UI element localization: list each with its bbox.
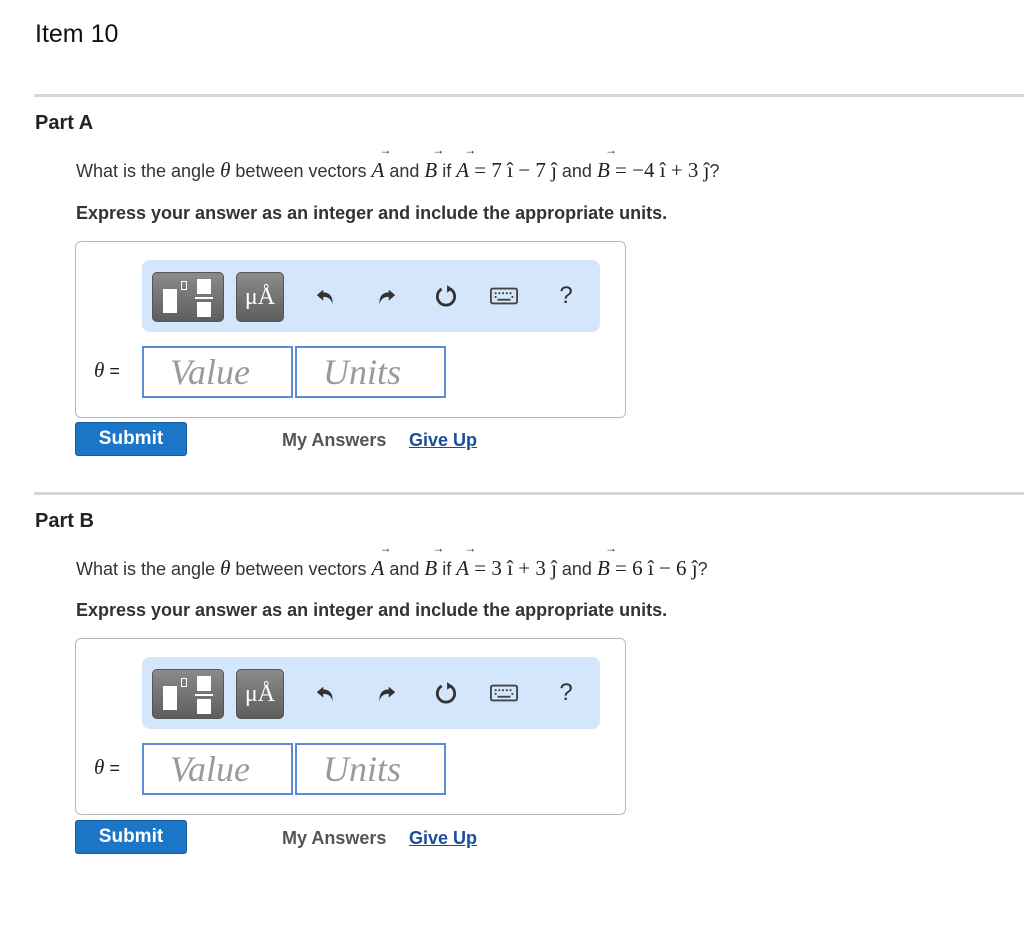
my-answers-link[interactable]: My Answers <box>282 828 386 849</box>
vector-a: A <box>456 541 476 581</box>
question-text: and <box>556 161 597 181</box>
give-up-link[interactable]: Give Up <box>409 828 477 849</box>
part-b-instruction: Express your answer as an integer and in… <box>76 600 668 620</box>
divider <box>34 492 1024 495</box>
theta-symbol: θ <box>220 158 231 182</box>
keyboard-icon[interactable] <box>490 679 518 707</box>
part-a-answer-box: μÅ ? θ = Value Units <box>75 241 626 418</box>
submit-button[interactable]: Submit <box>75 422 187 456</box>
units-input[interactable]: Units <box>295 346 446 398</box>
vector-a-expression: = 7 î − 7 ĵ <box>469 158 557 182</box>
vector-a: A <box>372 143 392 183</box>
value-input[interactable]: Value <box>142 743 293 795</box>
vector-b: B <box>424 143 444 183</box>
reset-icon[interactable] <box>432 282 460 310</box>
part-b-question: What is the angle θ between vectors A an… <box>76 541 708 581</box>
vector-b-expression: = 6 î − 6 ĵ <box>609 556 698 580</box>
answer-label: θ = <box>94 755 120 779</box>
question-text: and <box>556 559 597 579</box>
answer-label: θ = <box>94 358 120 382</box>
templates-button[interactable] <box>152 272 224 322</box>
help-button[interactable]: ? <box>552 282 580 310</box>
redo-icon[interactable] <box>372 282 400 310</box>
my-answers-link[interactable]: My Answers <box>282 430 386 451</box>
part-a-instruction: Express your answer as an integer and in… <box>76 203 668 223</box>
part-b-title: Part B <box>35 510 94 532</box>
templates-button[interactable] <box>152 669 224 719</box>
question-text: and <box>384 161 425 181</box>
vector-b: B <box>597 541 617 581</box>
help-button[interactable]: ? <box>552 679 580 707</box>
part-b-answer-box: μÅ ? θ = Value Units <box>75 638 626 815</box>
reset-icon[interactable] <box>432 679 460 707</box>
question-text: if <box>437 161 457 181</box>
keyboard-icon[interactable] <box>490 282 518 310</box>
units-input[interactable]: Units <box>295 743 446 795</box>
vector-b: B <box>424 541 444 581</box>
question-text: ? <box>709 161 720 181</box>
math-toolbar: μÅ ? <box>142 657 600 729</box>
question-text: and <box>384 559 425 579</box>
question-text: between vectors <box>230 559 372 579</box>
vector-a: A <box>372 541 392 581</box>
question-text: ? <box>697 559 708 579</box>
part-a-question: What is the angle θ between vectors A an… <box>76 143 720 183</box>
theta-symbol: θ <box>220 556 231 580</box>
value-input[interactable]: Value <box>142 346 293 398</box>
question-text: between vectors <box>230 161 372 181</box>
undo-icon[interactable] <box>312 679 340 707</box>
question-text: What is the angle <box>76 161 221 181</box>
units-button[interactable]: μÅ <box>236 272 284 322</box>
vector-a-expression: = 3 î + 3 ĵ <box>469 556 557 580</box>
divider <box>34 94 1024 97</box>
submit-button[interactable]: Submit <box>75 820 187 854</box>
vector-a: A <box>456 143 476 183</box>
vector-b-expression: = −4 î + 3 ĵ <box>609 158 710 182</box>
part-a-title: Part A <box>35 112 94 134</box>
question-text: What is the angle <box>76 559 221 579</box>
vector-b: B <box>597 143 617 183</box>
undo-icon[interactable] <box>312 282 340 310</box>
units-button[interactable]: μÅ <box>236 669 284 719</box>
math-toolbar: μÅ ? <box>142 260 600 332</box>
redo-icon[interactable] <box>372 679 400 707</box>
give-up-link[interactable]: Give Up <box>409 430 477 451</box>
question-text: if <box>437 559 457 579</box>
item-title: Item 10 <box>35 20 119 48</box>
